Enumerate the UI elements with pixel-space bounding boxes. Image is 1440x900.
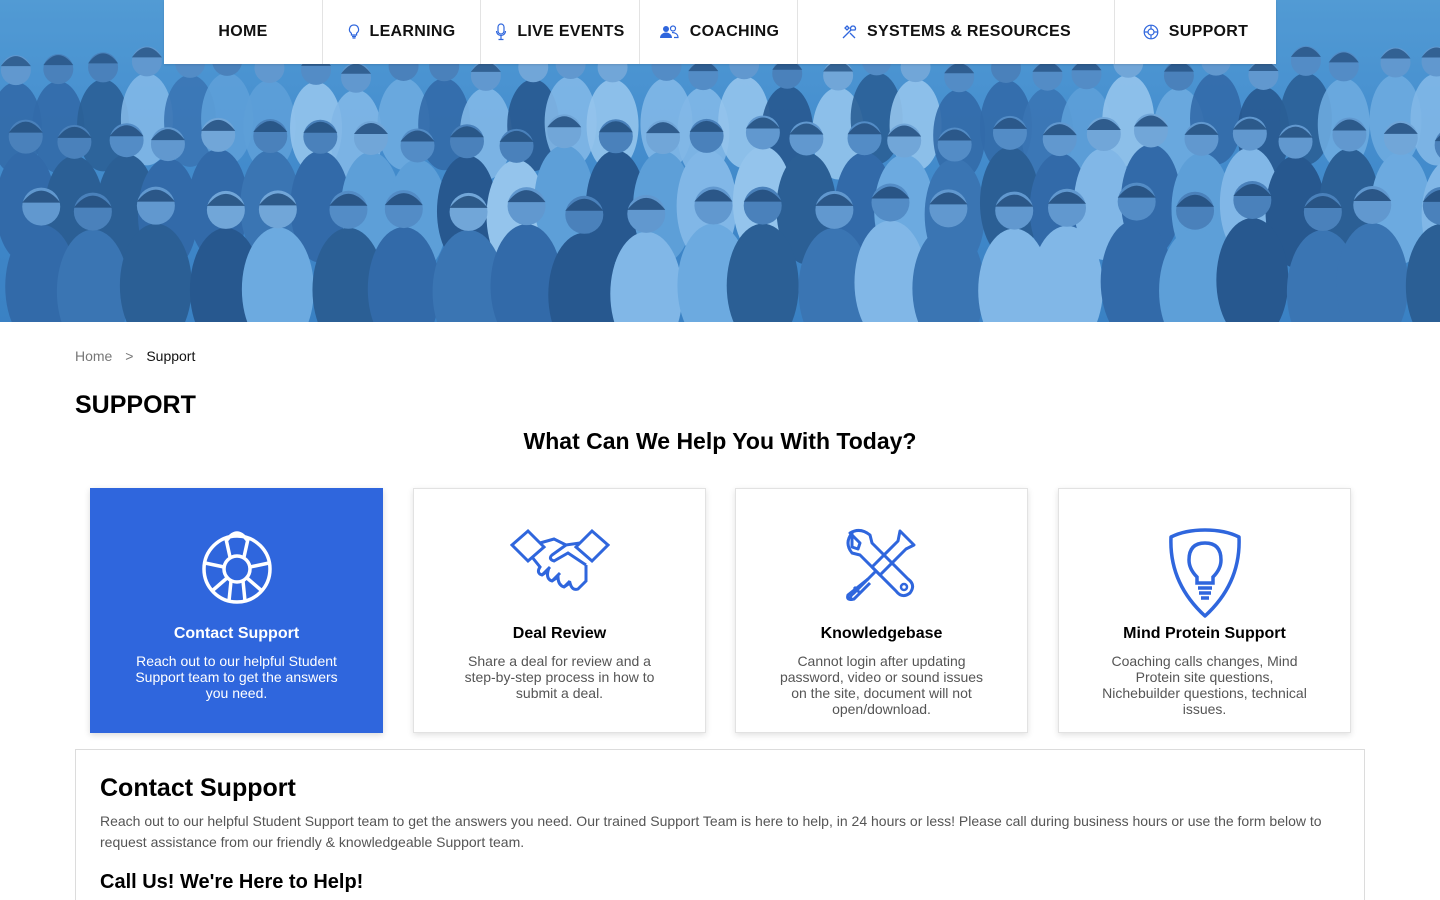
nav-item-home[interactable]: HOME <box>164 0 323 64</box>
tools-icon <box>841 24 857 40</box>
wrench-screwdriver-icon <box>736 527 1027 617</box>
breadcrumb-home-link[interactable]: Home <box>75 348 112 364</box>
card-description: Reach out to our helpful Student Support… <box>135 653 338 701</box>
nav-item-systems-resources[interactable]: SYSTEMS & RESOURCES <box>798 0 1115 64</box>
nav-item-support[interactable]: SUPPORT <box>1115 0 1276 64</box>
nav-label-live-events: LIVE EVENTS <box>517 23 625 40</box>
breadcrumb-separator: > <box>125 348 134 364</box>
shield-bulb-icon <box>1059 527 1350 618</box>
nav-label-support: SUPPORT <box>1168 23 1249 40</box>
nav-label-coaching: COACHING <box>689 23 780 40</box>
nav-item-learning[interactable]: LEARNING <box>323 0 481 64</box>
breadcrumb-current: Support <box>146 348 196 364</box>
nav-item-coaching[interactable]: COACHING <box>640 0 798 64</box>
breadcrumb: Home > Support <box>75 348 195 364</box>
card-title: Contact Support <box>173 625 300 642</box>
card-mind-protein-support[interactable]: Mind Protein Support Coaching calls chan… <box>1058 488 1351 733</box>
card-description: Coaching calls changes, Mind Protein sit… <box>1102 653 1307 717</box>
card-deal-review[interactable]: Deal Review Share a deal for review and … <box>413 488 706 733</box>
panel-title: Contact Support <box>100 774 296 802</box>
call-us-heading: Call Us! We're Here to Help! <box>100 871 364 893</box>
card-contact-support[interactable]: Contact Support Reach out to our helpful… <box>90 488 383 733</box>
handshake-icon <box>414 527 705 617</box>
nav-label-systems-resources: SYSTEMS & RESOURCES <box>867 23 1071 40</box>
microphone-icon <box>495 23 507 41</box>
people-icon <box>658 24 680 40</box>
card-description: Share a deal for review and a step-by-st… <box>464 653 655 701</box>
nav-label-home: HOME <box>218 23 268 40</box>
card-knowledgebase[interactable]: Knowledgebase Cannot login after updatin… <box>735 488 1028 733</box>
lifebuoy-icon <box>1143 24 1159 40</box>
card-description: Cannot login after updating password, vi… <box>779 653 984 717</box>
nav-item-live-events[interactable]: LIVE EVENTS <box>481 0 640 64</box>
lightbulb-icon <box>348 24 360 40</box>
panel-description: Reach out to our helpful Student Support… <box>100 813 1322 850</box>
card-title: Knowledgebase <box>820 625 943 642</box>
card-title: Mind Protein Support <box>1123 625 1286 642</box>
page-title: SUPPORT <box>75 391 196 419</box>
card-title: Deal Review <box>512 625 607 642</box>
page-subtitle: What Can We Help You With Today? <box>523 428 917 454</box>
contact-support-panel: Contact Support Reach out to our helpful… <box>75 749 1365 900</box>
lifebuoy-icon <box>91 527 382 617</box>
nav-label-learning: LEARNING <box>369 23 456 40</box>
main-nav: HOME LEARNING LIVE EVENTS COACHING SYSTE… <box>164 0 1276 64</box>
